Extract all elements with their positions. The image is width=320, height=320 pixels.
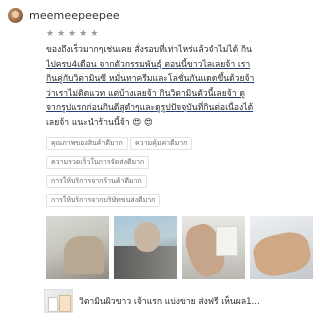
review-text: ของถึงเร็วมากๆเช่นเคย สั่งรอบที่เท่าไหร่… <box>46 43 314 131</box>
star-icon: ★ <box>68 29 77 39</box>
review-line: จากรูปแรกก่อนกินดีสูดำๆและดูรูปปัจจุบันท… <box>46 103 254 114</box>
star-icon: ★ <box>79 29 88 39</box>
star-icon: ★ <box>90 29 99 39</box>
review-line: ไปครบ4เดือน จากตัวกรรมพันธุ์ ตอนนี้ขาวไล… <box>46 59 251 70</box>
review-line: ของถึงเร็วมากๆเช่นเคย สั่งรอบที่เท่าไหร่… <box>46 45 252 55</box>
star-icon: ★ <box>46 29 55 39</box>
review-line: ว่าเราไม่ติดแวท แต่บ้างเลยจ้า กินวิตามิน… <box>46 88 245 99</box>
review-photo-3[interactable] <box>182 216 245 279</box>
attribute-courier-service: การให้บริการจากบริษัทขนส่งดีมาก <box>46 194 161 207</box>
reviewer-username[interactable]: meemeepeepee <box>29 9 120 22</box>
avatar[interactable] <box>8 7 23 23</box>
review-line: เลยจ้า แนะนำร้านนี้จ้า 😍 😍 <box>46 117 153 128</box>
review-line: กินคู่กับวิตามินซี หมั่นทาครีมและโลชั่นก… <box>46 74 255 85</box>
star-icon: ★ <box>57 29 66 39</box>
attribute-value: ความคุ้มค่าดีมาก <box>130 137 193 150</box>
product-thumbnail[interactable] <box>44 289 73 313</box>
attribute-quality: คุณภาพของสินค้าดีมาก <box>46 137 128 150</box>
product-link[interactable]: วิตามินผิวขาว เจ้าแรก แบ่งขาย ส่งฟรี เห็… <box>44 289 314 313</box>
review-header: meemeepeepee <box>8 6 120 24</box>
review-photo-2[interactable] <box>114 216 177 279</box>
attribute-shop-service: การให้บริการจากร้านค้าดีมาก <box>46 175 147 188</box>
review-photo-4[interactable] <box>250 216 313 279</box>
rating-stars: ★ ★ ★ ★ ★ <box>46 29 98 39</box>
product-title[interactable]: วิตามินผิวขาว เจ้าแรก แบ่งขาย ส่งฟรี เห็… <box>79 294 314 308</box>
attribute-shipping-speed: ความรวดเร็วในการจัดส่งดีมาก <box>46 156 150 169</box>
review-photo-1[interactable] <box>46 216 109 279</box>
